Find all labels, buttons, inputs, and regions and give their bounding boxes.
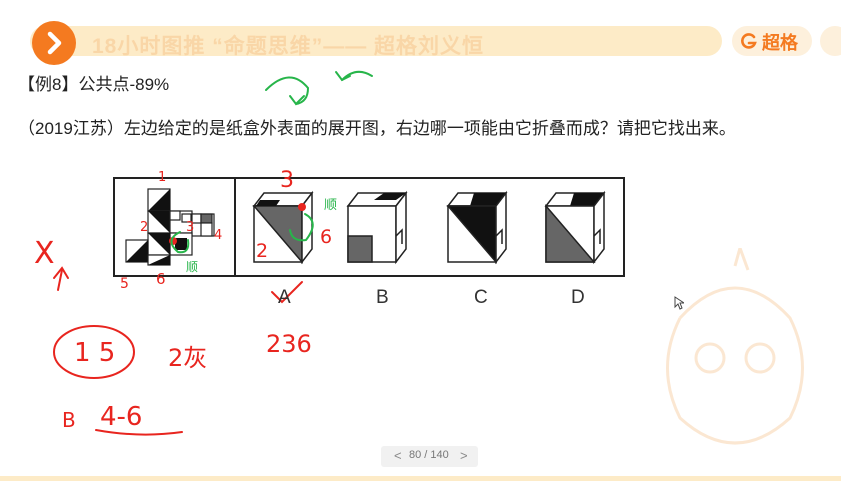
net-number-6: 6 xyxy=(156,270,166,288)
mascot-watermark xyxy=(666,248,804,445)
previous-page-button[interactable]: < xyxy=(394,448,402,463)
cube-b xyxy=(346,190,408,265)
option-b[interactable]: B xyxy=(376,287,389,309)
note-4-6: 4-6 xyxy=(100,402,143,432)
next-page-button[interactable]: > xyxy=(460,448,468,463)
net-number-1: 1 xyxy=(158,170,167,185)
circled-15: 1 5 xyxy=(74,338,116,368)
net-shun-note: 顺 xyxy=(186,260,199,274)
cube-a-number-2: 2 xyxy=(256,240,269,262)
net-number-2: 2 xyxy=(140,220,149,235)
rotation-arrow-left xyxy=(265,76,310,105)
cube-c xyxy=(446,190,508,265)
bottom-strip xyxy=(0,476,841,481)
cube-a-number-6: 6 xyxy=(320,226,333,248)
cube-a-number-3: 3 xyxy=(280,168,294,193)
note-236: 236 xyxy=(266,330,312,358)
net-number-5: 5 xyxy=(120,276,129,292)
mouse-cursor-icon xyxy=(674,296,684,310)
note-b: B xyxy=(62,408,76,432)
net-number-3: 3 xyxy=(186,220,195,235)
net-number-4: 4 xyxy=(214,228,223,243)
option-d[interactable]: D xyxy=(571,287,585,309)
option-a[interactable]: A xyxy=(278,287,291,309)
note-2-gray: 2灰 xyxy=(168,344,208,372)
cube-a-shun-note: 顺 xyxy=(324,198,338,213)
cube-a-vertex-dot xyxy=(298,203,306,211)
page-indicator: 80 / 140 xyxy=(409,449,449,461)
option-c[interactable]: C xyxy=(474,287,488,309)
cross-mark: X xyxy=(34,236,55,271)
cube-d xyxy=(544,190,606,265)
